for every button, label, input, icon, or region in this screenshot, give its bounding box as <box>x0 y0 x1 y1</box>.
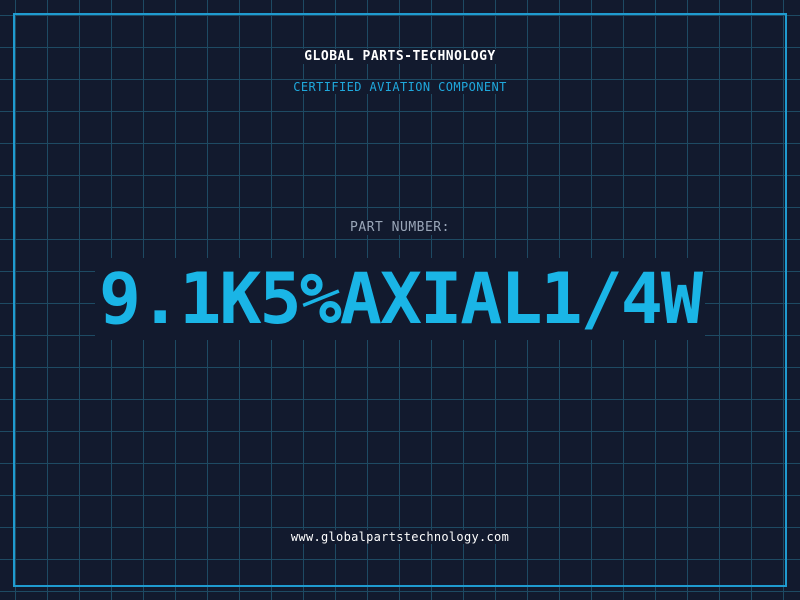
company-name: GLOBAL PARTS-TECHNOLOGY <box>298 49 502 64</box>
certification-subtitle: CERTIFIED AVIATION COMPONENT <box>287 80 513 94</box>
certificate-card: GLOBAL PARTS-TECHNOLOGY CERTIFIED AVIATI… <box>0 0 800 600</box>
subtitle-row: CERTIFIED AVIATION COMPONENT <box>0 80 800 94</box>
website-url: www.globalpartstechnology.com <box>284 530 516 544</box>
website-row: www.globalpartstechnology.com <box>0 530 800 544</box>
company-name-row: GLOBAL PARTS-TECHNOLOGY <box>0 49 800 64</box>
part-number-row: 9.1K5%AXIAL1/4W <box>0 258 800 340</box>
part-number-label-row: PART NUMBER: <box>0 220 800 235</box>
part-number-label: PART NUMBER: <box>344 220 456 235</box>
part-number-value: 9.1K5%AXIAL1/4W <box>94 258 706 340</box>
